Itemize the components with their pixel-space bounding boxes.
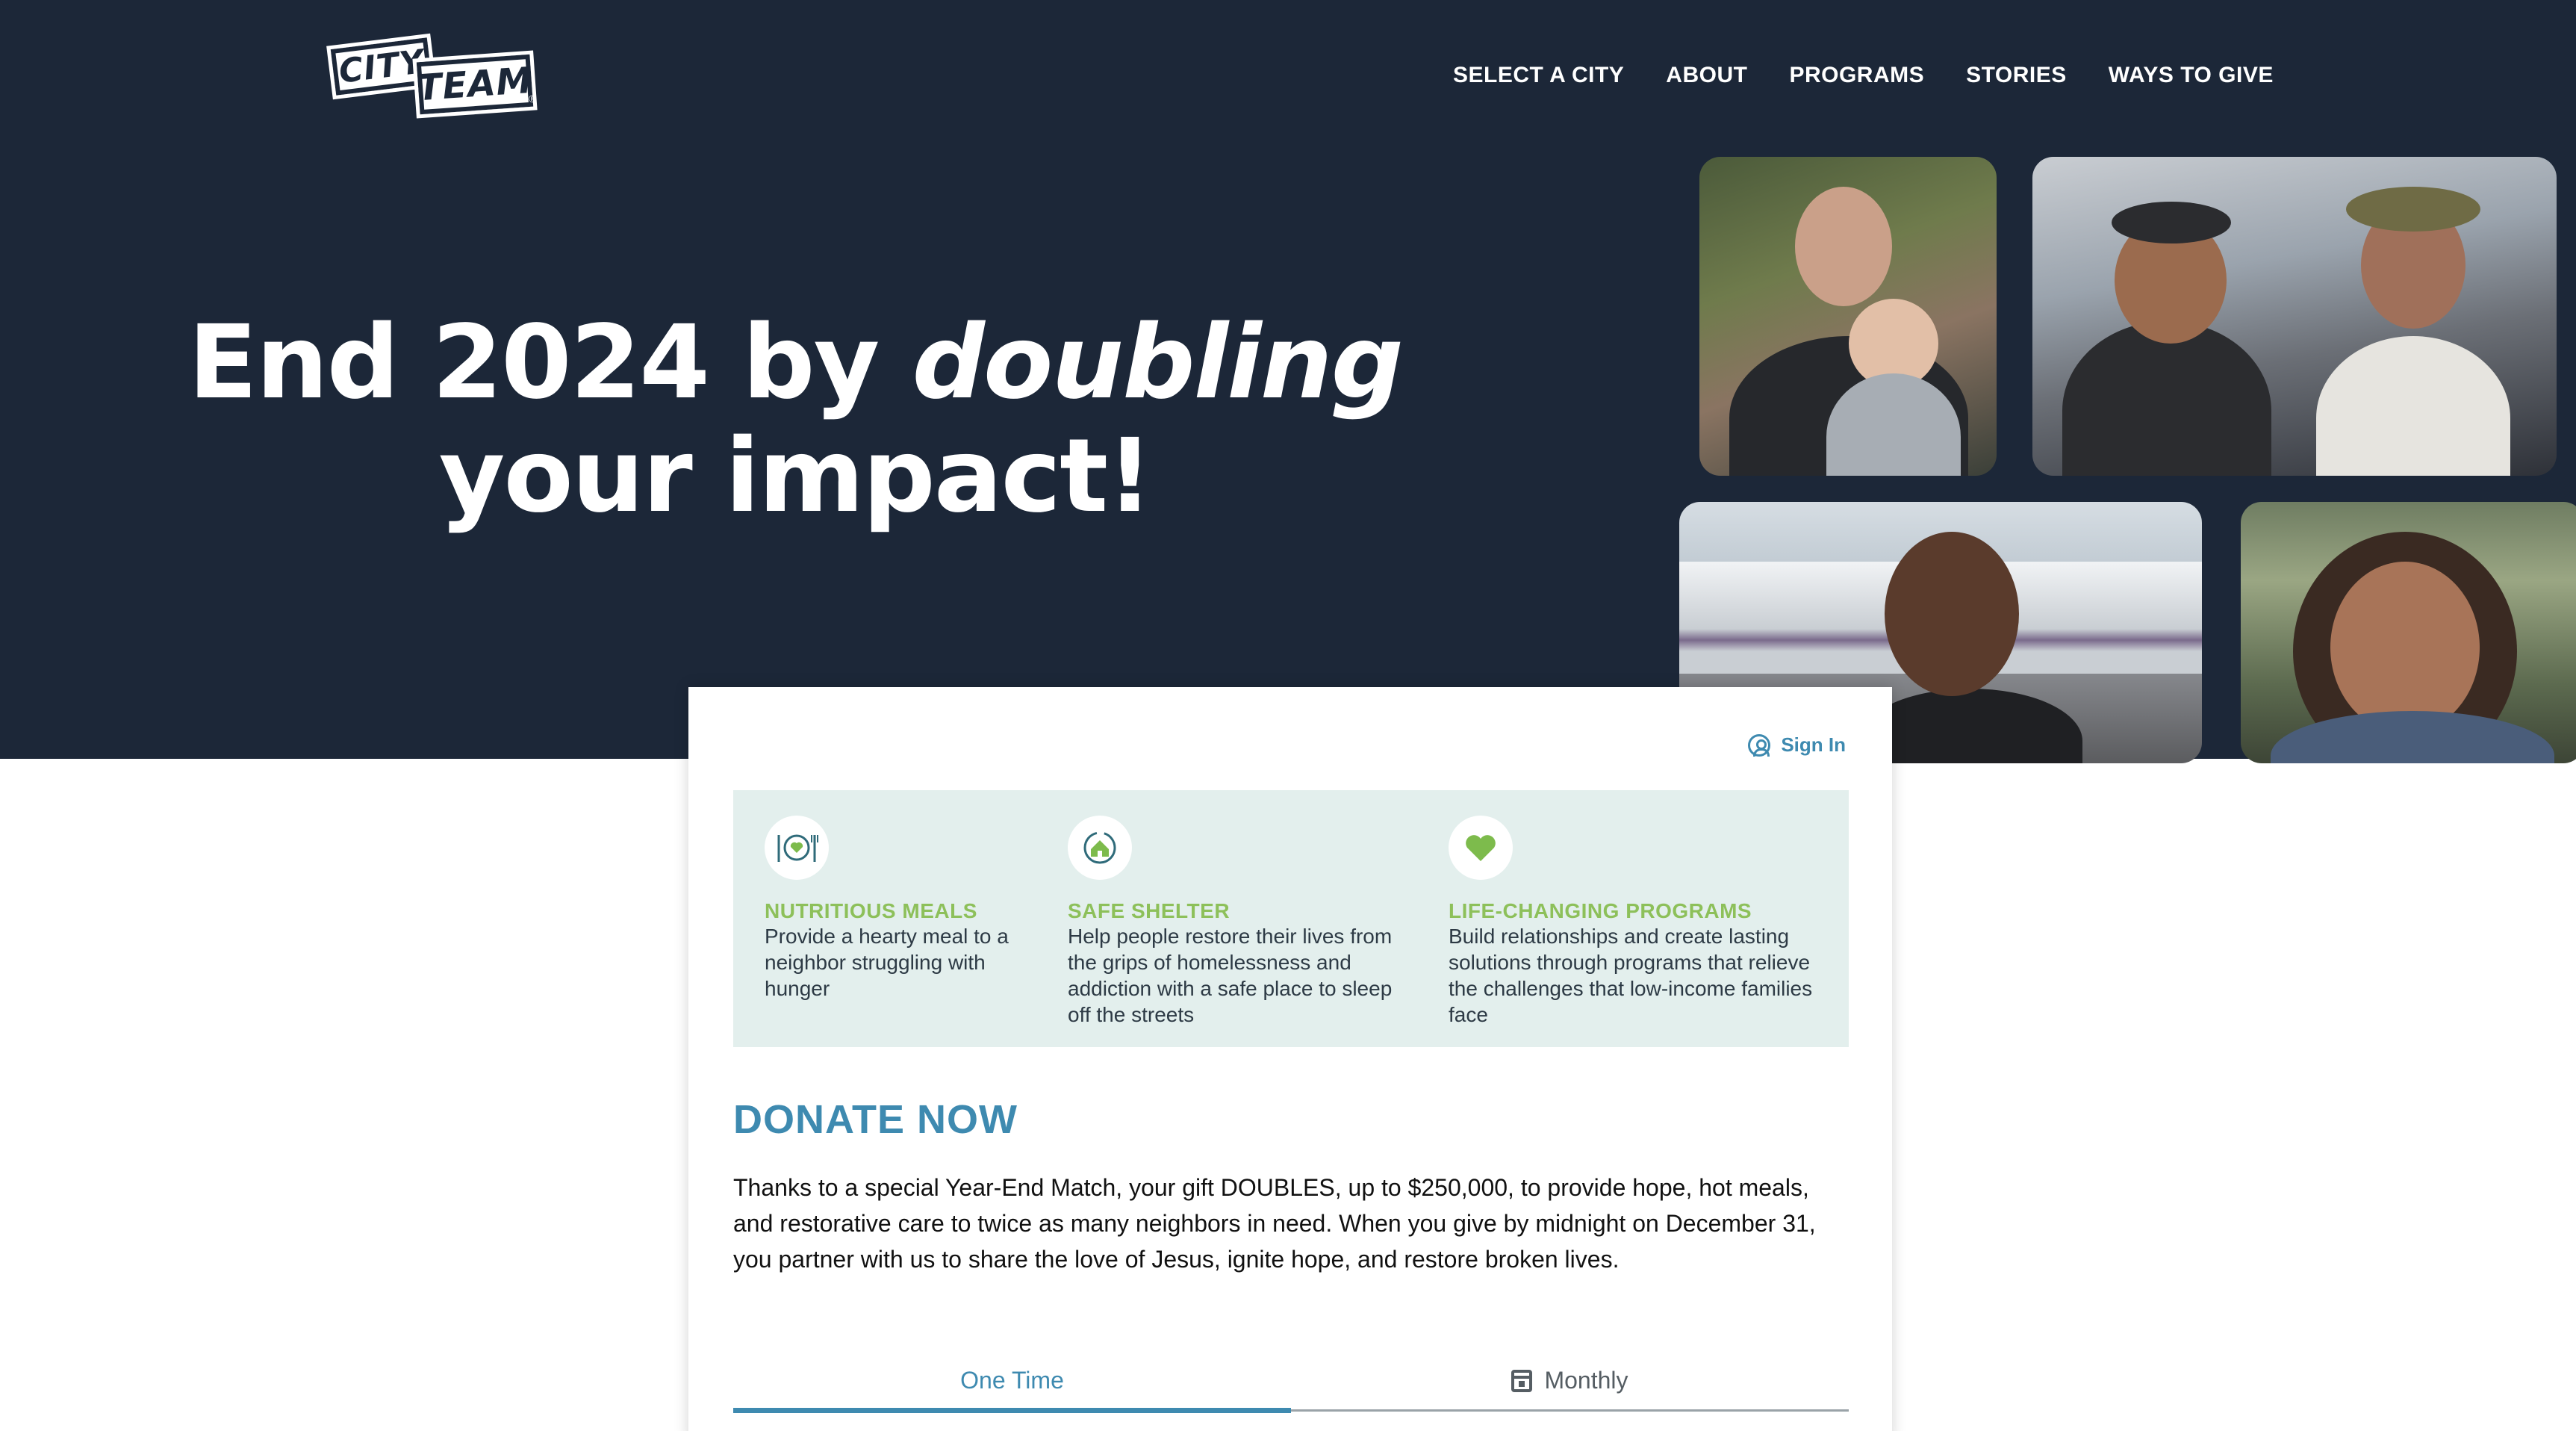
tab-label: Monthly	[1544, 1367, 1628, 1394]
hero-section: CITY TEAM ® SELECT A CITY ABOUT PROGRAMS…	[0, 0, 2576, 763]
photo-figure	[2330, 562, 2480, 733]
benefit-nutritious-meals: NUTRITIOUS MEALS Provide a hearty meal t…	[765, 816, 1033, 1002]
hero-headline: End 2024 by doubling your impact!	[187, 306, 1404, 533]
heart-icon	[1449, 816, 1513, 880]
main-navigation: SELECT A CITY ABOUT PROGRAMS STORIES WAY…	[1453, 63, 2274, 88]
nav-select-a-city[interactable]: SELECT A CITY	[1453, 63, 1624, 88]
tab-label: One Time	[960, 1367, 1064, 1394]
meal-icon	[765, 816, 829, 880]
photo-figure	[1858, 689, 2082, 763]
benefit-life-changing-programs: LIFE-CHANGING PROGRAMS Build relationshi…	[1449, 816, 1829, 1028]
donate-now-heading: DONATE NOW	[733, 1097, 1018, 1142]
photo-figure	[2062, 321, 2271, 476]
cityteam-logo[interactable]: CITY TEAM ®	[323, 31, 539, 119]
headline-emphasis: doubling	[912, 304, 1404, 422]
photo-figure	[2346, 187, 2480, 232]
sign-in-link[interactable]: Sign In	[1748, 733, 1846, 757]
photo-figure	[1885, 532, 2019, 696]
headline-prefix: End 2024 by	[187, 304, 912, 422]
benefit-title: SAFE SHELTER	[1068, 899, 1231, 922]
benefit-safe-shelter: SAFE SHELTER Help people restore their l…	[1068, 816, 1419, 1028]
logo-registered-mark: ®	[529, 93, 537, 105]
nav-ways-to-give[interactable]: WAYS TO GIVE	[2109, 63, 2274, 88]
benefit-title: NUTRITIOUS MEALS	[765, 899, 977, 922]
nav-stories[interactable]: STORIES	[1966, 63, 2067, 88]
benefit-description: Help people restore their lives from the…	[1068, 925, 1393, 1026]
photo-figure	[2316, 336, 2510, 476]
photo-figure	[2112, 202, 2231, 243]
logo-team-tile: TEAM	[412, 50, 538, 119]
photo-figure	[1795, 187, 1892, 306]
headline-line2: your impact!	[438, 417, 1153, 536]
donation-form-card: Sign In NUTRITIOUS MEALS Provide a heart…	[688, 687, 1892, 1431]
photo-two-men	[2032, 157, 2557, 476]
calendar-icon	[1511, 1369, 1533, 1392]
photo-smiling-woman	[2241, 502, 2576, 763]
nav-about[interactable]: ABOUT	[1666, 63, 1747, 88]
sign-in-label: Sign In	[1781, 733, 1846, 756]
nav-programs[interactable]: PROGRAMS	[1789, 63, 1924, 88]
benefits-panel: NUTRITIOUS MEALS Provide a hearty meal t…	[733, 790, 1849, 1047]
user-icon	[1748, 733, 1771, 757]
shelter-icon	[1068, 816, 1132, 880]
tab-one-time[interactable]: One Time	[733, 1352, 1291, 1413]
benefit-description: Provide a hearty meal to a neighbor stru…	[765, 925, 1009, 1000]
donate-description: Thanks to a special Year-End Match, your…	[733, 1174, 1816, 1273]
tab-monthly[interactable]: Monthly	[1291, 1352, 1849, 1409]
benefit-description: Build relationships and create lasting s…	[1449, 925, 1813, 1026]
benefit-title: LIFE-CHANGING PROGRAMS	[1449, 899, 1752, 922]
frequency-tabs: One Time Monthly	[733, 1352, 1849, 1413]
photo-mother-and-baby	[1699, 157, 1997, 476]
